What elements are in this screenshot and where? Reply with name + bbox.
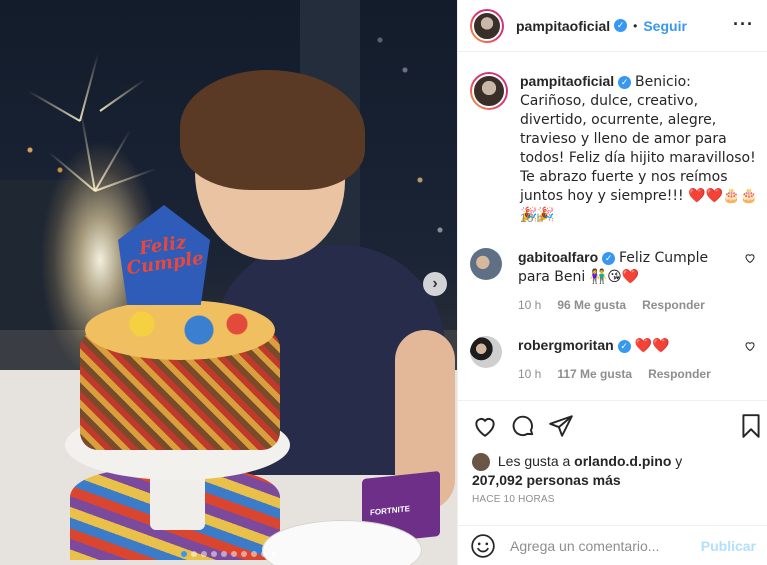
comment-likes[interactable]: 96 Me gusta [557,296,626,314]
comment-meta: 10 h 117 Me gusta Responder [518,365,738,383]
share-icon[interactable] [548,413,574,439]
liker-username[interactable]: orlando.d.pino [574,453,671,469]
add-comment-bar: Publicar [458,525,767,565]
post-caption: pampitaoficial ✓ Benicio: Cariñoso, dulce… [470,72,760,224]
comment-time: 10 h [518,367,542,381]
verified-badge-icon: ✓ [617,339,631,353]
carousel-dot [240,551,247,557]
heart-icon[interactable] [472,413,498,439]
post-timestamp[interactable]: HACE 10 HORAS [472,494,555,505]
carousel-dot [200,551,207,557]
comment-username[interactable]: gabitoalfaro [518,249,598,265]
comment-icon[interactable] [510,413,536,439]
emoji-icon[interactable] [470,533,496,559]
comment-item: robergmoritan ✓ ❤️❤️ 10 h 117 Me gusta Re… [470,336,760,383]
carousel-dot [210,551,217,557]
post-side-panel: pampitaoficial ✓ • Seguir ··· pampitaofi… [457,0,767,565]
reply-button[interactable]: Responder [642,296,705,314]
comment-like-heart-icon[interactable] [744,252,756,264]
likes-summary: Les gusta a orlando.d.pino y 207,092 per… [472,452,762,489]
caption-username[interactable]: pampitaoficial [520,73,614,89]
post-photo[interactable]: Feliz Cumple FORTNITE › [0,0,457,565]
author-username[interactable]: pampitaoficial [516,18,610,34]
comment-body: gabitoalfaro ✓ Feliz Cumple para Beni 👫😘❤… [518,248,738,314]
commenter-avatar[interactable] [470,248,502,280]
toy-box-label: FORTNITE [370,504,410,518]
cake-candy-topping [85,300,275,360]
comment-body: robergmoritan ✓ ❤️❤️ 10 h 117 Me gusta Re… [518,336,738,383]
author-avatar[interactable] [470,8,504,43]
carousel-dot [250,551,257,557]
carousel-dot [180,551,187,557]
verified-badge-icon: ✓ [614,19,628,32]
comment-text: ❤️❤️ [634,338,670,354]
carousel-dots [0,551,457,557]
comment-input[interactable] [510,537,701,554]
comment-meta: 10 h 96 Me gusta Responder [518,296,738,314]
comment-item: gabitoalfaro ✓ Feliz Cumple para Beni 👫😘❤… [470,248,760,314]
carousel-dot [260,551,267,557]
caption-text: Benicio: Cariñoso, dulce, creativo, dive… [520,74,758,223]
carousel-dot [190,551,197,557]
action-bar [458,400,767,450]
reply-button[interactable]: Responder [648,365,711,383]
comment-like-heart-icon[interactable] [744,340,756,352]
caption-avatar[interactable] [470,72,508,110]
liker-avatar[interactable] [472,453,490,472]
carousel-dot [220,551,227,557]
likes-connector: y [675,453,683,469]
header-separator: • [633,18,638,33]
verified-badge-icon: ✓ [602,251,616,265]
caption-body: pampitaoficial ✓ Benicio: Cariñoso, dulce… [520,72,760,224]
likes-count[interactable]: 207,092 personas más [472,472,621,488]
bookmark-icon[interactable] [738,413,764,439]
boy-hair [180,70,365,190]
chevron-right-icon: › [432,275,438,292]
carousel-dot [270,551,277,557]
cake-topper-text: Feliz Cumple [125,231,205,280]
likes-prefix: Les gusta a [497,453,571,469]
comment-username[interactable]: robergmoritan [518,337,614,353]
comment-time: 10 h [518,298,542,312]
carousel-next-button[interactable]: › [423,272,447,296]
verified-badge-icon: ✓ [618,75,632,89]
comment-likes[interactable]: 117 Me gusta [557,365,632,383]
post-header: pampitaoficial ✓ • Seguir ··· [458,0,767,52]
commenter-avatar[interactable] [470,336,502,368]
more-options-icon[interactable]: ··· [733,14,754,35]
caption-time: 10 h [520,211,544,225]
follow-button[interactable]: Seguir [643,18,687,34]
carousel-dot [230,551,237,557]
publish-button[interactable]: Publicar [701,538,756,554]
